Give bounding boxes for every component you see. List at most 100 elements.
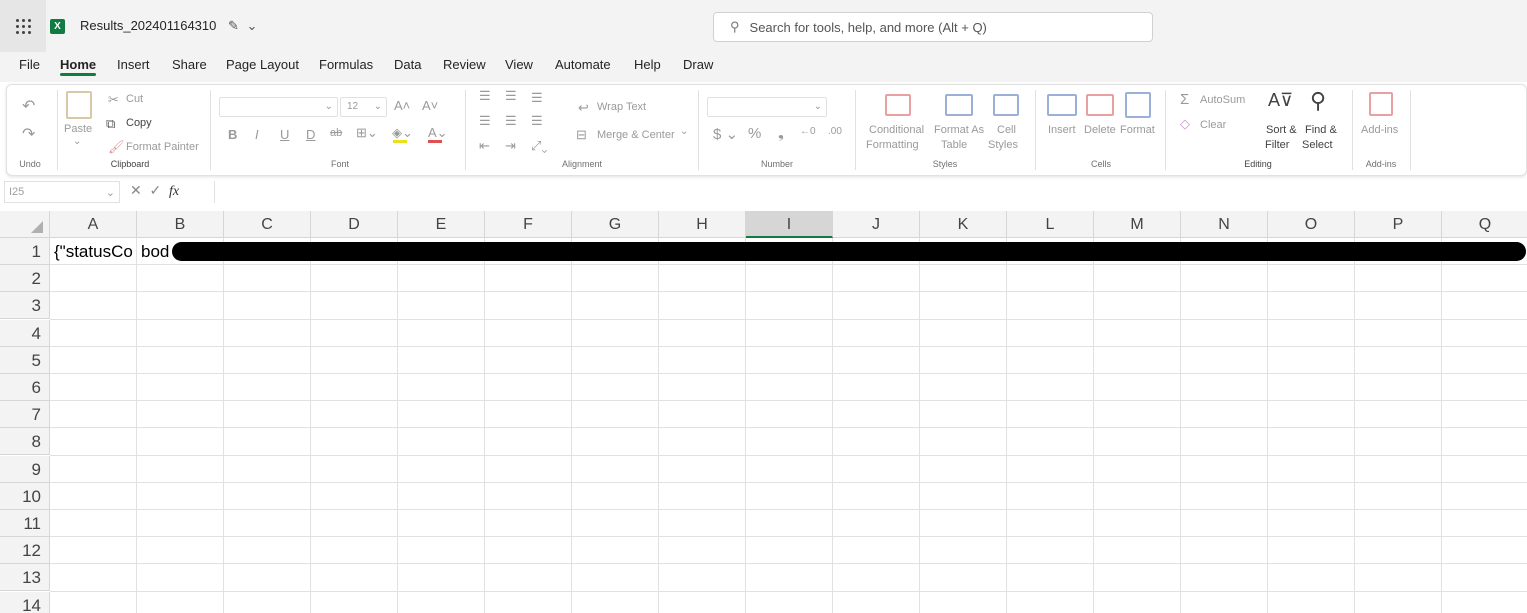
row-header-13[interactable]: 13 [0, 564, 50, 592]
insert-cells-icon[interactable] [1047, 94, 1077, 116]
merge-center-button[interactable]: Merge & Center [597, 129, 675, 141]
edit-icon[interactable]: ✎ [228, 18, 239, 33]
delete-cells-icon[interactable] [1086, 94, 1114, 116]
add-ins-button[interactable]: Add-ins [1361, 124, 1398, 136]
format-cells-button[interactable]: Format [1120, 124, 1155, 136]
column-header-e[interactable]: E [398, 211, 485, 238]
align-middle-icon[interactable]: ☰ [505, 88, 517, 104]
format-as-table-label-2[interactable]: Table [941, 139, 967, 151]
row-header-9[interactable]: 9 [0, 455, 50, 483]
comma-style-icon[interactable]: ❟ [778, 125, 784, 142]
find-select-label[interactable]: Find & [1305, 124, 1337, 136]
find-select-label-2[interactable]: Select [1302, 139, 1333, 151]
cell-a1[interactable]: {"statusCo [54, 239, 138, 265]
file-name[interactable]: Results_202401164310 ✎ ⌄ [80, 18, 257, 34]
column-header-g[interactable]: G [572, 211, 659, 238]
insert-function-icon[interactable]: fx [169, 184, 179, 199]
decrease-indent-icon[interactable]: ⇤ [479, 138, 490, 154]
row-header-4[interactable]: 4 [0, 319, 50, 347]
search-input[interactable]: Search for tools, help, and more (Alt + … [750, 20, 987, 35]
font-name-combo[interactable]: ⌄ [219, 97, 338, 117]
align-center-icon[interactable]: ☰ [505, 113, 517, 129]
cancel-icon[interactable]: ✕ [130, 182, 142, 198]
chevron-down-icon[interactable]: ⌄ [73, 136, 81, 147]
format-cells-icon[interactable] [1125, 92, 1151, 118]
align-top-icon[interactable]: ☰ [479, 88, 491, 104]
tab-page-layout[interactable]: Page Layout [226, 57, 299, 72]
strikethrough-icon[interactable]: ab [330, 127, 342, 139]
formula-input[interactable] [214, 181, 1527, 203]
column-header-h[interactable]: H [659, 211, 746, 238]
increase-decimal-icon[interactable]: ←0 [800, 126, 816, 137]
align-left-icon[interactable]: ☰ [479, 113, 491, 129]
column-header-f[interactable]: F [485, 211, 572, 238]
chevron-down-icon[interactable]: ⌄ [247, 18, 258, 33]
row-header-2[interactable]: 2 [0, 265, 50, 293]
tab-formulas[interactable]: Formulas [319, 57, 373, 72]
tab-view[interactable]: View [505, 57, 533, 72]
delete-cells-button[interactable]: Delete [1084, 124, 1116, 136]
search-box[interactable]: ⚲ Search for tools, help, and more (Alt … [713, 12, 1153, 42]
percent-icon[interactable]: % [748, 125, 761, 142]
increase-font-icon[interactable]: A˄ [394, 98, 410, 113]
cell-b1[interactable]: bod [141, 239, 175, 265]
row-header-3[interactable]: 3 [0, 292, 50, 320]
tab-share[interactable]: Share [172, 57, 207, 72]
row-header-6[interactable]: 6 [0, 374, 50, 401]
format-as-table-label[interactable]: Format As [934, 124, 984, 136]
column-header-c[interactable]: C [224, 211, 311, 238]
decrease-font-icon[interactable]: A˅ [422, 98, 438, 113]
copy-button[interactable]: Copy [126, 117, 152, 129]
row-header-11[interactable]: 11 [0, 510, 50, 537]
sort-filter-label-2[interactable]: Filter [1265, 139, 1289, 151]
column-header-n[interactable]: N [1181, 211, 1268, 238]
row-header-8[interactable]: 8 [0, 428, 50, 456]
row-header-1[interactable]: 1 [0, 238, 50, 265]
font-size-combo[interactable]: 12 ⌄ [340, 97, 387, 117]
cell-styles-label[interactable]: Cell [997, 124, 1016, 136]
insert-cells-button[interactable]: Insert [1048, 124, 1076, 136]
app-launcher-icon[interactable] [0, 0, 46, 52]
tab-home[interactable]: Home [60, 57, 96, 72]
column-header-a[interactable]: A [50, 211, 137, 238]
column-header-m[interactable]: M [1094, 211, 1181, 238]
tab-review[interactable]: Review [443, 57, 486, 72]
column-header-o[interactable]: O [1268, 211, 1355, 238]
undo-icon[interactable]: ↶ [22, 96, 35, 116]
column-header-q[interactable]: Q [1442, 211, 1527, 238]
clear-button[interactable]: Clear [1200, 119, 1226, 131]
format-as-table-icon[interactable] [945, 94, 973, 116]
tab-data[interactable]: Data [394, 57, 421, 72]
align-bottom-icon[interactable]: ☰ [531, 90, 543, 106]
double-underline-icon[interactable]: D [306, 127, 315, 142]
name-box[interactable]: I25 ⌄ [4, 181, 120, 203]
format-painter-button[interactable]: Format Painter [126, 141, 199, 153]
select-all-button[interactable] [0, 211, 50, 238]
paste-icon[interactable] [66, 91, 92, 119]
conditional-formatting-label-2[interactable]: Formatting [866, 139, 919, 151]
cell-styles-label-2[interactable]: Styles [988, 139, 1018, 151]
cell-styles-icon[interactable] [993, 94, 1019, 116]
decrease-decimal-icon[interactable]: .00 [828, 126, 842, 137]
paste-button[interactable]: Paste [64, 123, 92, 135]
tab-insert[interactable]: Insert [117, 57, 150, 72]
number-format-combo[interactable]: ⌄ [707, 97, 827, 117]
column-header-k[interactable]: K [920, 211, 1007, 238]
align-right-icon[interactable]: ☰ [531, 113, 543, 129]
row-header-14[interactable]: 14 [0, 591, 50, 613]
wrap-text-button[interactable]: Wrap Text [597, 101, 646, 113]
tab-draw[interactable]: Draw [683, 57, 713, 72]
conditional-formatting-label[interactable]: Conditional [869, 124, 924, 136]
sort-filter-label[interactable]: Sort & [1266, 124, 1297, 136]
cut-button[interactable]: Cut [126, 93, 143, 105]
column-header-j[interactable]: J [833, 211, 920, 238]
row-header-7[interactable]: 7 [0, 401, 50, 429]
column-header-b[interactable]: B [137, 211, 224, 238]
tab-help[interactable]: Help [634, 57, 661, 72]
bold-icon[interactable]: B [228, 127, 237, 142]
orientation-icon[interactable]: ⤢⌄ [531, 138, 548, 154]
column-header-l[interactable]: L [1007, 211, 1094, 238]
increase-indent-icon[interactable]: ⇥ [505, 138, 516, 154]
add-ins-icon[interactable] [1369, 92, 1393, 116]
autosum-button[interactable]: AutoSum [1200, 94, 1245, 106]
